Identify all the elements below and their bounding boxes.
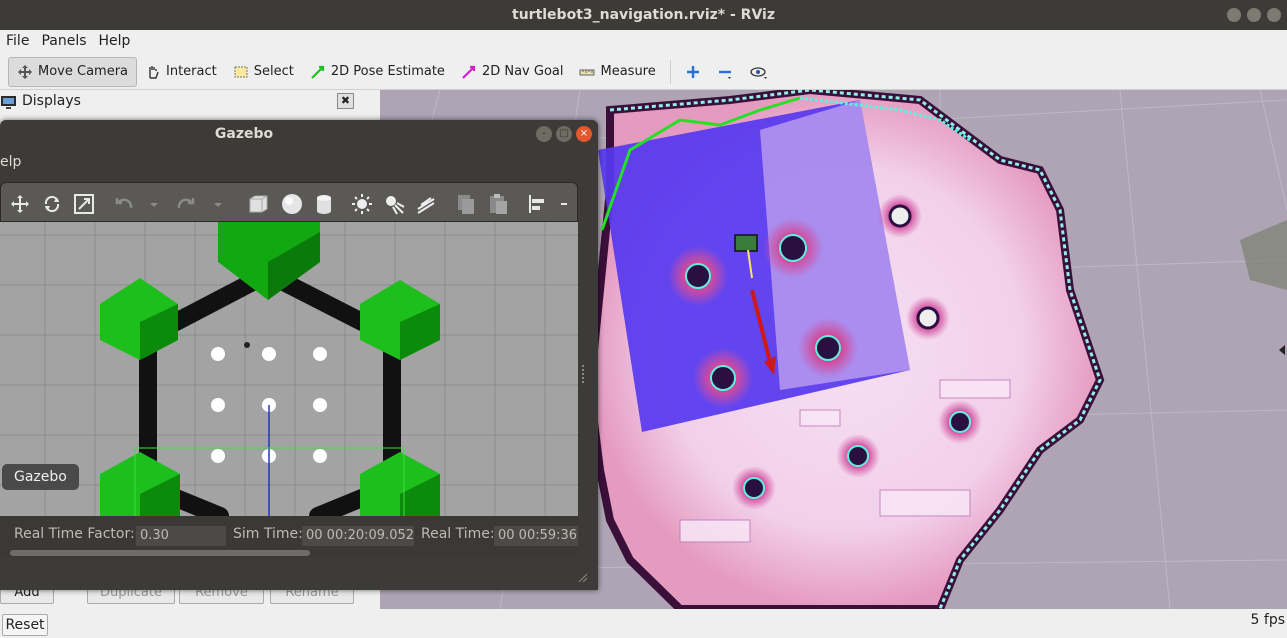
select-tool[interactable]: Select <box>225 57 302 87</box>
real-time-value: 00 00:59:36 <box>494 526 578 546</box>
gazebo-resize-grip[interactable] <box>578 572 588 583</box>
menu-file[interactable]: File <box>0 30 35 52</box>
nav-goal-label: 2D Nav Goal <box>481 64 564 79</box>
gazebo-window[interactable]: Gazebo – □ × elp Gazebo Real Time Factor… <box>0 120 598 590</box>
move-camera-icon <box>17 64 33 80</box>
gazebo-menu-help[interactable]: elp <box>0 154 21 170</box>
gazebo-tooltip: Gazebo <box>2 464 79 490</box>
select-box-icon <box>233 64 249 80</box>
measure-label: Measure <box>600 64 656 79</box>
box-shape-icon[interactable] <box>247 193 269 215</box>
view-options-button[interactable] <box>741 57 773 87</box>
ruler-icon <box>579 64 595 80</box>
gazebo-title: Gazebo <box>214 126 274 142</box>
real-time-label: Real Time: <box>421 526 495 542</box>
redo-history-arrow-icon[interactable] <box>213 193 235 215</box>
gazebo-minimize-button[interactable]: – <box>536 126 552 142</box>
spot-light-icon[interactable] <box>383 193 405 215</box>
sim-time-label: Sim Time: <box>233 526 303 542</box>
hand-icon <box>145 64 161 80</box>
fps-readout: 5 fps <box>1250 612 1285 628</box>
measure-tool[interactable]: Measure <box>571 57 663 87</box>
displays-close-button[interactable]: ✖ <box>337 93 354 109</box>
gazebo-menu-bar: elp <box>0 148 598 178</box>
close-button[interactable] <box>1267 8 1281 22</box>
menu-panels[interactable]: Panels <box>35 30 92 52</box>
magenta-arrow-icon <box>461 64 477 80</box>
gazebo-maximize-button[interactable]: □ <box>556 126 572 142</box>
pose-estimate-label: 2D Pose Estimate <box>330 64 445 79</box>
gazebo-window-controls: – □ × <box>536 126 592 142</box>
plus-icon <box>685 64 701 80</box>
menu-bar: File Panels Help <box>0 30 1287 52</box>
translate-icon[interactable] <box>9 193 31 215</box>
menu-help[interactable]: Help <box>93 30 137 52</box>
monitor-icon <box>0 95 17 114</box>
interact-label: Interact <box>166 64 217 79</box>
nav-goal-tool[interactable]: 2D Nav Goal <box>453 57 572 87</box>
point-light-icon[interactable] <box>351 193 373 215</box>
sim-time-value: 00 00:20:09.052 <box>302 526 414 546</box>
gazebo-status-scrollbar[interactable] <box>10 550 310 556</box>
window-controls <box>1227 8 1281 22</box>
remove-tool-button[interactable] <box>709 57 741 87</box>
window-title: turtlebot3_navigation.rviz* - RViz <box>512 7 775 23</box>
eye-icon <box>749 64 767 80</box>
gazebo-status-bar: Real Time Factor: 0.30 Sim Time: 00 00:2… <box>0 516 578 558</box>
gazebo-toolbar <box>0 182 578 222</box>
move-camera-tool[interactable]: Move Camera <box>8 56 138 87</box>
move-camera-label: Move Camera <box>38 64 129 79</box>
scale-icon[interactable] <box>73 193 95 215</box>
reset-button[interactable]: Reset <box>2 614 48 636</box>
toolbar-more-icon[interactable] <box>559 193 581 215</box>
redo-icon[interactable] <box>175 193 197 215</box>
select-label: Select <box>253 64 294 79</box>
minimize-button[interactable] <box>1227 8 1241 22</box>
real-time-factor-label: Real Time Factor: <box>14 526 135 542</box>
window-title-bar: turtlebot3_navigation.rviz* - RViz <box>0 0 1287 30</box>
interact-tool[interactable]: Interact <box>137 57 225 87</box>
directional-light-icon[interactable] <box>415 193 437 215</box>
displays-title: Displays <box>22 93 81 109</box>
real-time-factor-value: 0.30 <box>136 526 226 546</box>
add-tool-button[interactable] <box>677 57 709 87</box>
align-icon[interactable] <box>527 193 549 215</box>
collapse-right-panel-arrow[interactable] <box>1279 345 1285 355</box>
green-arrow-icon <box>310 64 326 80</box>
gazebo-side-splitter[interactable] <box>582 365 586 383</box>
status-bar <box>0 610 1287 638</box>
sphere-shape-icon[interactable] <box>281 193 303 215</box>
undo-history-arrow-icon[interactable] <box>149 193 171 215</box>
gazebo-close-button[interactable]: × <box>576 126 592 142</box>
cylinder-shape-icon[interactable] <box>313 193 335 215</box>
pose-estimate-tool[interactable]: 2D Pose Estimate <box>302 57 453 87</box>
undo-icon[interactable] <box>113 193 135 215</box>
maximize-button[interactable] <box>1247 8 1261 22</box>
minus-icon <box>717 64 733 80</box>
gazebo-3d-scene[interactable] <box>0 222 578 516</box>
gazebo-world-render <box>0 222 578 516</box>
rotate-icon[interactable] <box>41 193 63 215</box>
tools-toolbar: Move Camera Interact Select 2D Pose Esti… <box>0 54 1287 90</box>
toolbar-separator <box>669 59 671 84</box>
copy-icon[interactable] <box>455 193 477 215</box>
paste-icon[interactable] <box>487 193 509 215</box>
displays-panel-header: Displays <box>0 92 358 112</box>
